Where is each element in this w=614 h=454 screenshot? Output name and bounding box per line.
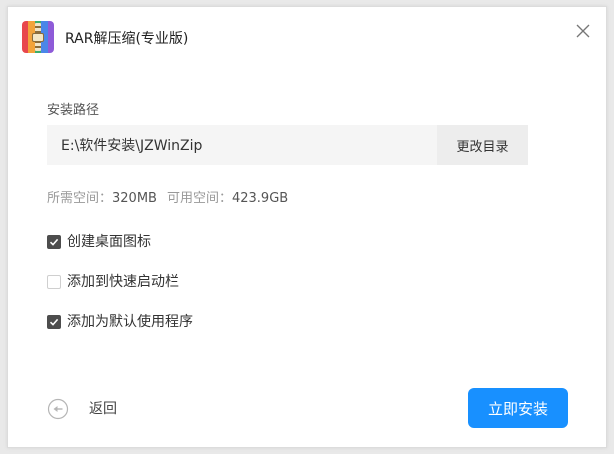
required-space-label: 所需空间： [47,191,113,206]
close-icon [576,24,590,38]
install-path-label: 安装路径 [47,103,100,118]
window-title: RAR解压缩(专业版) [65,31,189,47]
option-label: 创建桌面图标 [67,234,151,250]
option-quick-launch[interactable]: 添加到快速启动栏 [47,273,179,291]
disk-space-info: 所需空间：320MB 可用空间：423.9GB [47,190,288,208]
checkbox-unchecked-icon[interactable] [47,275,61,289]
back-label: 返回 [89,401,117,417]
checkbox-checked-icon[interactable] [47,235,61,249]
option-label: 添加为默认使用程序 [67,314,193,330]
available-space-label: 可用空间： [166,191,232,206]
back-button[interactable]: 返回 [47,398,117,420]
install-path-row: 更改目录 [47,125,528,165]
rar-archive-icon [22,21,54,53]
available-space-value: 423.9GB [231,191,289,206]
option-desktop-icon[interactable]: 创建桌面图标 [47,233,151,251]
option-label: 添加到快速启动栏 [67,274,179,290]
change-directory-button[interactable]: 更改目录 [437,125,528,165]
checkbox-checked-icon[interactable] [47,315,61,329]
required-space-value: 320MB [112,191,157,206]
installer-window: RAR解压缩(专业版) 安装路径 更改目录 所需空间：320MB 可用空间：423… [7,6,607,448]
install-path-input[interactable] [47,125,437,165]
install-now-button[interactable]: 立即安装 [468,388,568,428]
close-button[interactable] [574,22,592,40]
back-arrow-icon [47,398,69,420]
option-default-program[interactable]: 添加为默认使用程序 [47,313,193,331]
